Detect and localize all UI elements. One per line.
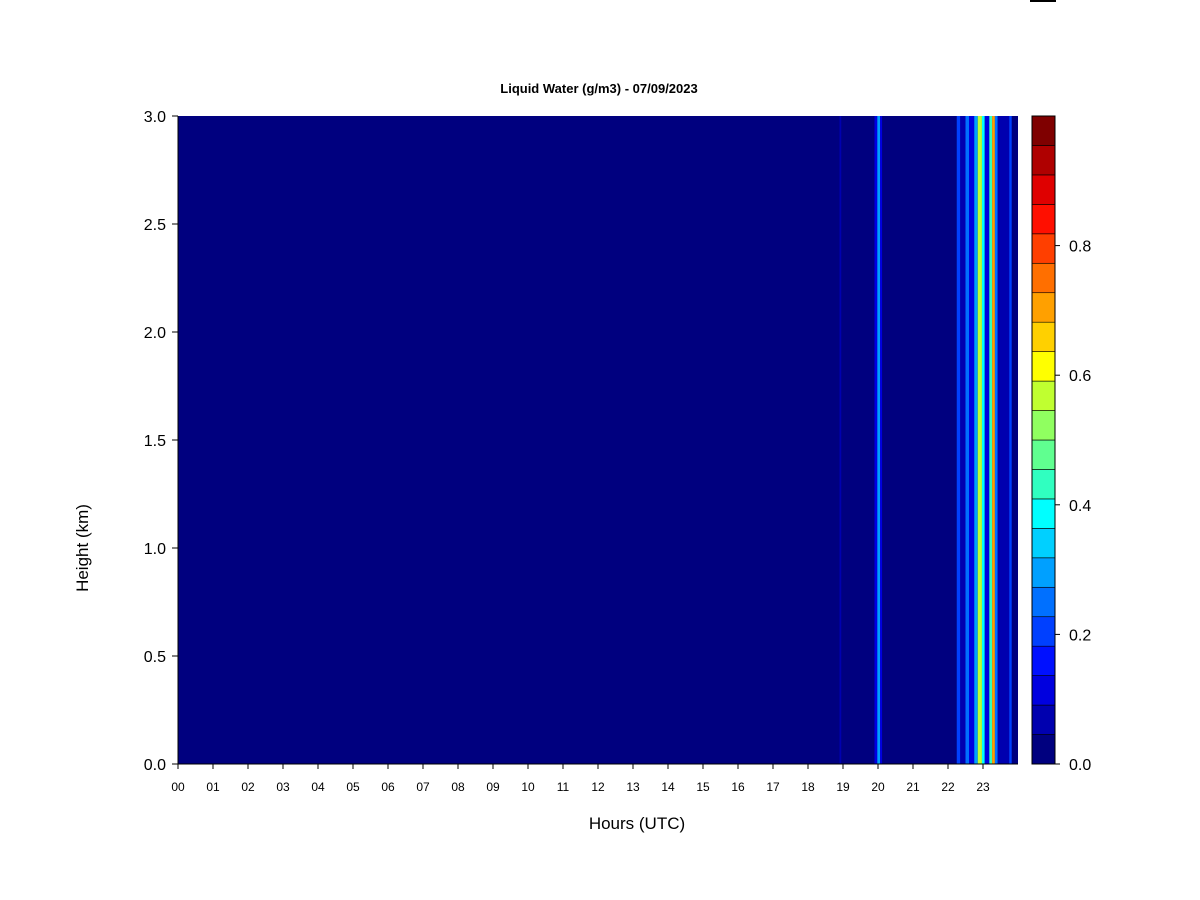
chart-title: Liquid Water (g/m3) - 07/09/2023: [500, 81, 697, 96]
x-axis: 00 01 02 03 04 05 06 07 08 09 10 11 12 13 14 15 16 17 18 19…: [171, 763, 1018, 794]
colorbar-swatch: [1031, 321, 1056, 352]
x-tick-label: 09: [486, 780, 500, 794]
heatmap-column: [984, 116, 990, 764]
x-tick-label: 21: [906, 780, 920, 794]
heatmap-column: [960, 116, 966, 764]
colorbar-swatch: [1031, 380, 1056, 411]
colorbar-swatch: [1031, 704, 1056, 735]
heatmap-column: [989, 116, 993, 764]
colorbar-swatch: [1031, 498, 1056, 529]
heatmap-column: [974, 116, 978, 764]
y-tick-label: 3.0: [144, 109, 166, 126]
y-tick-label: 2.0: [144, 325, 166, 342]
colorbar-swatch: [1031, 233, 1056, 264]
x-tick-label: 12: [591, 780, 605, 794]
heatmap-column: [874, 116, 878, 764]
colorbar-swatch: [1031, 439, 1056, 470]
heatmap-column: [992, 116, 995, 764]
heatmap-column: [882, 116, 924, 764]
x-tick-label: 16: [731, 780, 745, 794]
y-axis: 0.0 0.5 1.0 1.5 2.0 2.5 3.0: [144, 109, 179, 774]
colorbar-tick-label: 0.2: [1069, 627, 1091, 644]
x-tick-label: 01: [206, 780, 220, 794]
heatmap-column: [977, 116, 982, 764]
colorbar-tick-label: 0.6: [1069, 368, 1091, 385]
heatmap-column: [981, 116, 985, 764]
x-tick-label: 08: [451, 780, 465, 794]
heatmap-column: [956, 116, 961, 764]
x-tick-label: 11: [557, 780, 570, 794]
colorbar-swatch: [1031, 204, 1056, 235]
heatmap-column: [1009, 116, 1012, 764]
colorbar-swatch: [1031, 469, 1056, 500]
x-tick-label: 00: [171, 780, 185, 794]
x-axis-label: Hours (UTC): [589, 814, 685, 833]
colorbar: 0.0 0.2 0.4 0.6 0.8: [1031, 115, 1091, 774]
x-tick-label: 20: [871, 780, 885, 794]
colorbar-swatch: [1031, 292, 1056, 323]
x-tick-label: 10: [521, 780, 535, 794]
heatmap-column: [994, 116, 998, 764]
colorbar-swatch: [1031, 734, 1056, 765]
y-tick-label: 0.5: [144, 649, 166, 666]
colorbar-swatch: [1031, 115, 1056, 146]
x-tick-label: 17: [766, 780, 780, 794]
liquid-water-chart: Liquid Water (g/m3) - 07/09/2023 00 01 02 0…: [73, 0, 1091, 833]
y-tick-label: 2.5: [144, 217, 166, 234]
x-tick-label: 04: [311, 780, 325, 794]
x-tick-label: 19: [836, 780, 850, 794]
x-tick-label: 23: [976, 780, 990, 794]
y-tick-label: 0.0: [144, 757, 166, 774]
colorbar-swatch: [1031, 675, 1056, 706]
colorbar-swatch: [1031, 528, 1056, 559]
colorbar-swatch: [1031, 262, 1056, 294]
heatmap-column: [997, 116, 1010, 764]
colorbar-swatch: [1031, 557, 1056, 588]
x-tick-label: 03: [276, 780, 290, 794]
x-tick-label: 02: [241, 780, 255, 794]
heatmap-column: [839, 116, 842, 764]
x-tick-label: 13: [626, 780, 640, 794]
x-tick-label: 14: [661, 780, 675, 794]
x-tick-label: 15: [696, 780, 710, 794]
heatmap-column: [965, 116, 969, 764]
x-tick-label: 06: [381, 780, 395, 794]
colorbar-swatch: [1031, 410, 1056, 441]
corner-mark: [1030, 0, 1056, 2]
y-tick-label: 1.0: [144, 541, 166, 558]
y-axis-label: Height (km): [73, 504, 92, 592]
colorbar-swatch: [1031, 351, 1056, 382]
colorbar-swatch: [1031, 616, 1056, 647]
colorbar-tick-label: 0.8: [1069, 239, 1091, 256]
heatmap-column: [877, 116, 881, 764]
colorbar-swatch: [1031, 586, 1056, 618]
colorbar-tick-label: 0.0: [1069, 757, 1091, 774]
x-tick-label: 05: [346, 780, 360, 794]
x-tick-label: 22: [941, 780, 955, 794]
colorbar-swatch: [1031, 174, 1056, 205]
heatmap-column: [969, 116, 975, 764]
colorbar-swatch: [1031, 645, 1056, 676]
heatmap-column: [880, 116, 883, 764]
colorbar-swatch: [1031, 145, 1056, 176]
y-tick-label: 1.5: [144, 433, 166, 450]
x-tick-label: 18: [801, 780, 815, 794]
colorbar-tick-label: 0.4: [1069, 498, 1091, 515]
x-tick-label: 07: [416, 780, 430, 794]
